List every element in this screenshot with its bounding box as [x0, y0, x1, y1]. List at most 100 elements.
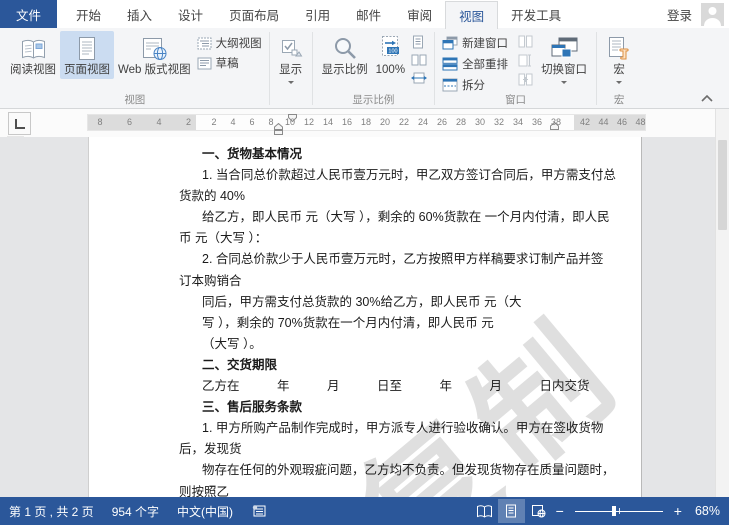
- tab-view[interactable]: 视图: [445, 1, 499, 29]
- ribbon-group-zoom: 显示比例 100 100% 显示比例: [314, 29, 433, 108]
- tab-mailings[interactable]: 邮件: [343, 0, 394, 28]
- print-layout-label: 页面视图: [64, 64, 110, 76]
- ruler-number: 34: [512, 117, 524, 127]
- tab-file[interactable]: 文件: [0, 0, 58, 28]
- tab-list: 文件 开始 插入 设计 页面布局 引用 邮件 审阅 视图 开发工具: [0, 0, 574, 29]
- ruler-number: 10: [284, 117, 296, 127]
- ribbon-group-window: 新建窗口 全部重排 拆分 切换窗口 窗口: [436, 29, 595, 108]
- print-layout-icon: [77, 34, 97, 64]
- one-page-button[interactable]: [409, 35, 429, 49]
- tab-stop-selector[interactable]: [8, 112, 31, 135]
- zoom-slider[interactable]: [574, 505, 663, 517]
- outline-view-button[interactable]: 大纲视图: [195, 35, 264, 51]
- macros-button[interactable]: 宏: [602, 31, 636, 88]
- scrollbar-thumb[interactable]: [718, 140, 727, 230]
- print-layout-button[interactable]: 页面视图: [60, 31, 114, 79]
- zoom-slider-thumb[interactable]: [611, 506, 616, 516]
- web-layout-label: Web 版式视图: [118, 64, 191, 76]
- synchronous-scrolling-icon[interactable]: [518, 54, 533, 67]
- tab-home[interactable]: 开始: [63, 0, 114, 28]
- split-button[interactable]: 拆分: [440, 77, 510, 93]
- read-mode-button[interactable]: 阅读视图: [6, 31, 60, 79]
- document-line: 物存在任何的外观瑕疵问题，乙方均不负责。但发现货物存在质量问题时，: [202, 463, 615, 478]
- read-mode-label: 阅读视图: [10, 64, 56, 76]
- user-avatar-icon[interactable]: [701, 2, 724, 26]
- ruler-number: 26: [436, 117, 448, 127]
- document-line: 则按照乙: [179, 484, 230, 498]
- page-width-button[interactable]: [409, 71, 429, 85]
- document-heading: 三、售后服务条款: [202, 400, 303, 415]
- ruler-number: 20: [379, 117, 391, 127]
- view-side-by-side-icon[interactable]: [518, 35, 533, 48]
- draft-view-icon: [197, 57, 212, 70]
- page-number-status[interactable]: 第 1 页 , 共 2 页: [0, 497, 103, 525]
- status-right: − + 68%: [471, 499, 729, 523]
- svg-text:100: 100: [389, 49, 398, 55]
- horizontal-ruler[interactable]: 8 6 4 2 2 4 6 8 10 12 14 16 18 20 22 24 26 28 30 32 34 36 38 42…: [87, 114, 646, 135]
- tab-page-layout[interactable]: 页面布局: [216, 0, 292, 28]
- draft-view-label: 草稿: [215, 58, 239, 70]
- outline-view-label: 大纲视图: [215, 38, 262, 50]
- ruler-number: 2: [211, 117, 217, 127]
- web-layout-view-button[interactable]: [525, 499, 552, 523]
- ruler-number: 14: [322, 117, 334, 127]
- document-line: 2. 合同总价款少于人民币壹万元时，乙方按照甲方样稿要求订制产品并签: [202, 252, 604, 267]
- zoom-out-button[interactable]: −: [552, 504, 568, 518]
- chevron-down-icon: [561, 80, 568, 87]
- ruler-number: 8: [268, 117, 274, 127]
- document-line: 订本购销合: [179, 273, 242, 288]
- arrange-all-icon: [442, 57, 458, 71]
- tab-insert[interactable]: 插入: [114, 0, 165, 28]
- macros-icon: [606, 34, 632, 64]
- ruler-number: 30: [474, 117, 486, 127]
- ribbon-group-show: 显示: [271, 29, 311, 108]
- ribbon: 阅读视图 页面视图 Web 版式视图 大纲视图 草稿 视图 显示 显示比例 10…: [0, 28, 729, 109]
- zoom-in-button[interactable]: +: [670, 504, 686, 518]
- show-dropdown-button[interactable]: 显示: [275, 31, 307, 88]
- document-page[interactable]: 严禁复制 一、货物基本情况1. 当合同总价款超过人民币壹万元时，甲乙双方签订合同…: [88, 137, 642, 497]
- multiple-pages-button[interactable]: [409, 53, 429, 67]
- zoom-label: 显示比例: [321, 64, 368, 76]
- web-layout-button[interactable]: Web 版式视图: [114, 31, 195, 79]
- tab-references[interactable]: 引用: [292, 0, 343, 28]
- ruler-number: 32: [493, 117, 505, 127]
- reset-window-position-icon[interactable]: [518, 73, 533, 86]
- tab-design[interactable]: 设计: [165, 0, 216, 28]
- document-line: 1. 当合同总价款超过人民币壹万元时，甲乙双方签订合同后，甲方需支付总: [202, 168, 616, 183]
- word-count-status[interactable]: 954 个字: [103, 497, 168, 525]
- group-separator: [596, 32, 598, 105]
- draft-view-button[interactable]: 草稿: [195, 55, 264, 71]
- zoom-button[interactable]: 显示比例: [318, 31, 372, 79]
- ruler-number: 12: [303, 117, 315, 127]
- print-layout-view-button[interactable]: [497, 499, 525, 523]
- new-window-button[interactable]: 新建窗口: [440, 35, 510, 51]
- hanging-indent-marker[interactable]: [274, 123, 283, 135]
- arrange-all-button[interactable]: 全部重排: [440, 56, 510, 72]
- zoom-slider-tick: [618, 508, 620, 514]
- ruler-number: 44: [598, 117, 609, 127]
- tab-review[interactable]: 审阅: [394, 0, 445, 28]
- views-group-label: 视图: [124, 94, 146, 106]
- document-heading: 一、货物基本情况: [202, 147, 303, 161]
- zoom-percentage[interactable]: 68%: [686, 504, 720, 518]
- split-label: 拆分: [462, 80, 486, 92]
- collapse-ribbon-button[interactable]: [701, 95, 713, 102]
- read-mode-view-button[interactable]: [471, 499, 498, 523]
- language-status[interactable]: 中文(中国): [168, 497, 242, 525]
- zoom-100-button[interactable]: 100 100%: [372, 31, 409, 79]
- new-window-icon: [442, 36, 458, 50]
- switch-windows-icon: [549, 34, 579, 64]
- sign-in-button[interactable]: 登录: [667, 5, 692, 24]
- proofing-status-icon[interactable]: [242, 497, 276, 525]
- tab-developer[interactable]: 开发工具: [498, 0, 574, 28]
- document-line: （大写 ）。: [202, 336, 262, 351]
- show-label: 显示: [279, 64, 303, 76]
- zoom-100-label: 100%: [375, 64, 406, 76]
- vertical-scrollbar[interactable]: [715, 108, 729, 497]
- show-icon: [279, 34, 303, 64]
- macros-label: 宏: [613, 64, 625, 76]
- switch-windows-button[interactable]: 切换窗口: [537, 31, 591, 88]
- document-line: 货款的 40%: [179, 189, 245, 204]
- chevron-down-icon: [616, 80, 623, 87]
- group-separator: [311, 32, 313, 105]
